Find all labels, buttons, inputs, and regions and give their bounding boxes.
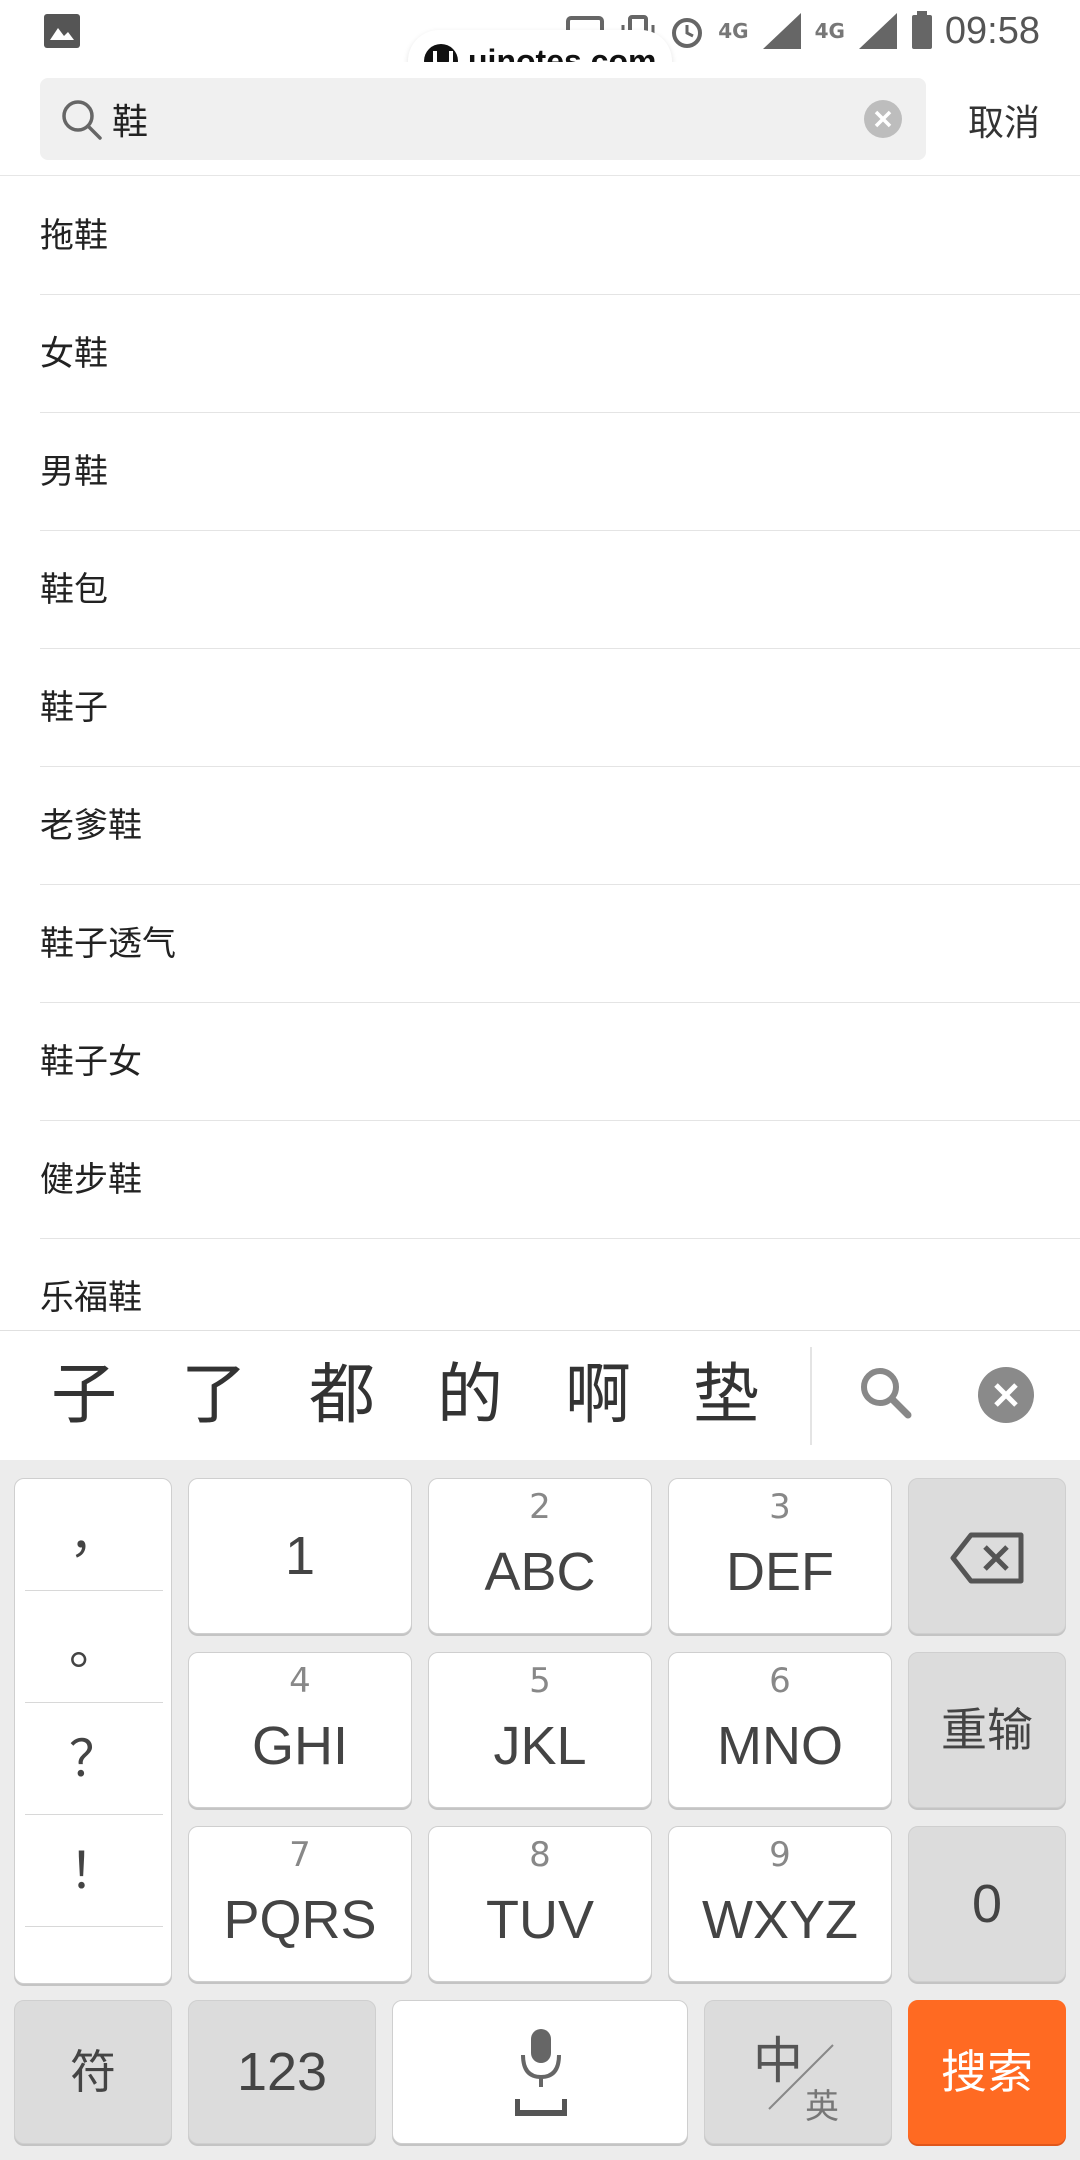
signal-icon-2 — [857, 11, 899, 51]
numbers-key[interactable]: 123 — [188, 2000, 376, 2144]
suggestion-item[interactable]: 老爹鞋 — [40, 767, 1080, 885]
punct-question-key[interactable]: ？ — [25, 1703, 163, 1815]
search-input[interactable] — [112, 90, 812, 148]
candidate-word[interactable]: 啊 — [534, 1353, 662, 1437]
backspace-key[interactable] — [908, 1478, 1066, 1634]
suggestion-item[interactable]: 鞋子女 — [40, 1003, 1080, 1121]
key-7-pqrs[interactable]: 7 PQRS — [188, 1826, 412, 1982]
key-9-wxyz[interactable]: 9 WXYZ — [668, 1826, 892, 1982]
language-switch-key[interactable]: 中 英 — [704, 2000, 892, 2144]
search-header: 取消 — [0, 62, 1080, 176]
suggestion-item[interactable]: 拖鞋 — [40, 177, 1080, 295]
search-box[interactable] — [40, 78, 926, 160]
microphone-icon — [514, 2029, 568, 2123]
candidate-word[interactable]: 垫 — [662, 1353, 790, 1437]
punct-exclaim-key[interactable]: ！ — [25, 1815, 163, 1927]
signal-icon — [761, 11, 803, 51]
punct-comma-key[interactable]: ， — [25, 1479, 163, 1591]
battery-icon — [911, 11, 933, 51]
ime-collapse-icon[interactable] — [978, 1367, 1034, 1423]
ime-candidate-bar: 子 了 都 的 啊 垫 — [0, 1330, 1080, 1460]
punct-period-key[interactable]: 。 — [25, 1591, 163, 1703]
voice-space-key[interactable] — [392, 2000, 688, 2144]
suggestion-list: 拖鞋 女鞋 男鞋 鞋包 鞋子 老爹鞋 鞋子透气 鞋子女 健步鞋 乐福鞋 — [0, 177, 1080, 1330]
ime-search-icon[interactable] — [858, 1365, 914, 1425]
suggestion-item[interactable]: 女鞋 — [40, 295, 1080, 413]
reinput-key[interactable]: 重输 — [908, 1652, 1066, 1808]
clear-icon[interactable] — [864, 100, 902, 138]
key-2-abc[interactable]: 2 ABC — [428, 1478, 652, 1634]
suggestion-item[interactable]: 男鞋 — [40, 413, 1080, 531]
status-time: 09:58 — [944, 9, 1040, 52]
search-action-key[interactable]: 搜索 — [908, 2000, 1066, 2144]
key-8-tuv[interactable]: 8 TUV — [428, 1826, 652, 1982]
backspace-icon — [949, 1531, 1027, 1589]
cancel-button[interactable]: 取消 — [968, 94, 1040, 146]
network-type-2: 4G — [814, 19, 845, 43]
suggestion-item[interactable]: 鞋包 — [40, 531, 1080, 649]
key-3-def[interactable]: 3 DEF — [668, 1478, 892, 1634]
key-4-ghi[interactable]: 4 GHI — [188, 1652, 412, 1808]
suggestion-item[interactable]: 健步鞋 — [40, 1121, 1080, 1239]
network-type-1: 4G — [718, 19, 749, 43]
candidate-divider — [810, 1347, 812, 1445]
gallery-icon — [44, 14, 80, 48]
candidate-word[interactable]: 子 — [20, 1353, 148, 1437]
candidate-word[interactable]: 都 — [278, 1353, 406, 1437]
suggestion-item[interactable]: 乐福鞋 — [40, 1239, 1080, 1330]
symbol-key[interactable]: 符 — [14, 2000, 172, 2144]
key-6-mno[interactable]: 6 MNO — [668, 1652, 892, 1808]
key-1[interactable]: 1 — [188, 1478, 412, 1634]
suggestion-item[interactable]: 鞋子 — [40, 649, 1080, 767]
lang-en-label: 英 — [805, 2087, 839, 2127]
punctuation-column[interactable]: ， 。 ？ ！ — [14, 1478, 172, 1984]
suggestion-item[interactable]: 鞋子透气 — [40, 885, 1080, 1003]
key-0[interactable]: 0 — [908, 1826, 1066, 1982]
candidate-word[interactable]: 了 — [150, 1353, 278, 1437]
search-icon — [60, 98, 104, 146]
key-5-jkl[interactable]: 5 JKL — [428, 1652, 652, 1808]
candidate-word[interactable]: 的 — [406, 1353, 534, 1437]
ime-keyboard: ， 。 ？ ！ 1 2 ABC 3 DEF 4 GHI 5 JKL 6 MNO … — [0, 1460, 1080, 2160]
alarm-icon — [668, 12, 706, 50]
